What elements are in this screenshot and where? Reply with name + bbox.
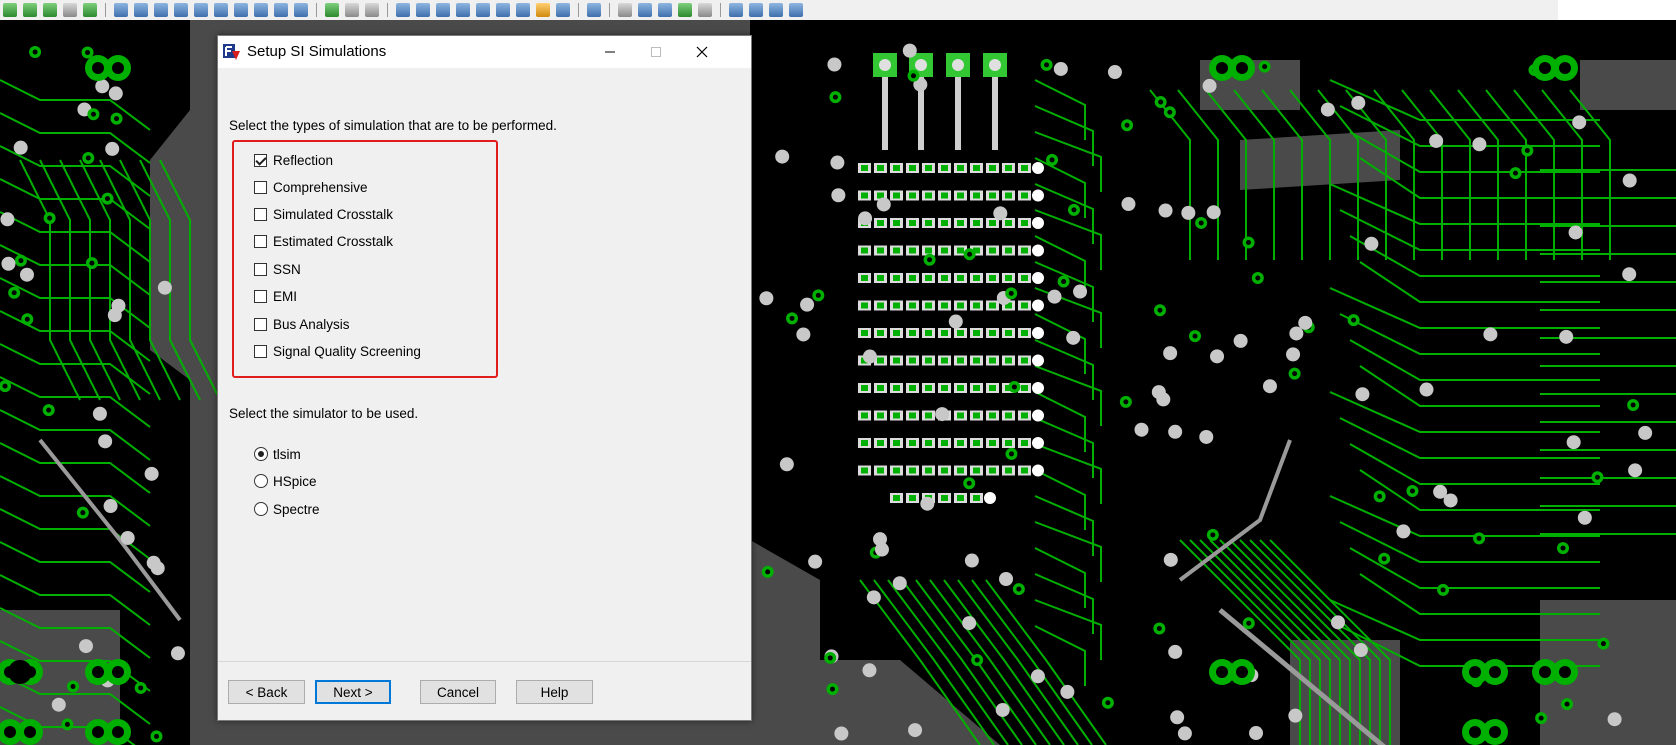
- toolbar-icon-1[interactable]: [3, 3, 17, 17]
- simulator-option[interactable]: HSpice: [254, 472, 317, 490]
- checkbox-unchecked[interactable]: [254, 207, 267, 221]
- dialog-title: Setup SI Simulations: [247, 43, 387, 60]
- toolbar-icon-37[interactable]: [789, 3, 803, 17]
- radio-unselected[interactable]: [254, 502, 268, 516]
- toolbar-icon-16[interactable]: [325, 3, 339, 17]
- toolbar-icon-22[interactable]: [456, 3, 470, 17]
- sim-type-label: Estimated Crosstalk: [273, 233, 394, 249]
- toolbar-icon-7[interactable]: [134, 3, 148, 17]
- simulator-label: tlsim: [273, 446, 301, 462]
- toolbar-icon-19[interactable]: [396, 3, 410, 17]
- sim-type-label: Simulated Crosstalk: [273, 206, 394, 222]
- sim-type-label: EMI: [273, 288, 298, 304]
- simulator-option[interactable]: tlsim: [254, 445, 301, 463]
- toolbar-icon-28[interactable]: [587, 3, 601, 17]
- toolbar-icon-6[interactable]: [114, 3, 128, 17]
- toolbar-icon-24[interactable]: [496, 3, 510, 17]
- toolbar-icon-20[interactable]: [416, 3, 430, 17]
- toolbar-blank-area: [1558, 0, 1676, 20]
- sim-type-label: Comprehensive: [273, 179, 368, 195]
- app-logo-icon: [223, 44, 240, 60]
- dialog-title-bar[interactable]: Setup SI Simulations: [218, 36, 751, 68]
- checkbox-checked[interactable]: [254, 153, 267, 167]
- sim-type-option[interactable]: Estimated Crosstalk: [254, 232, 393, 250]
- simulator-label: HSpice: [273, 473, 317, 489]
- toolbar-separator: [387, 3, 388, 17]
- toolbar-icon-23[interactable]: [476, 3, 490, 17]
- toolbar-icon-9[interactable]: [174, 3, 188, 17]
- cancel-button[interactable]: Cancel: [420, 680, 496, 704]
- toolbar-icon-26[interactable]: [536, 3, 550, 17]
- toolbar-icon-18[interactable]: [365, 3, 379, 17]
- simulator-label: Spectre: [273, 501, 320, 517]
- sim-type-option[interactable]: Reflection: [254, 151, 333, 169]
- footer-divider: [218, 661, 751, 662]
- sim-type-label: Signal Quality Screening: [273, 343, 421, 359]
- toolbar-separator: [316, 3, 317, 17]
- close-icon: [696, 46, 708, 58]
- sim-type-option[interactable]: Signal Quality Screening: [254, 342, 421, 360]
- radio-selected[interactable]: [254, 447, 268, 461]
- toolbar-icon-4[interactable]: [63, 3, 77, 17]
- checkbox-unchecked[interactable]: [254, 317, 267, 331]
- back-button[interactable]: < Back: [228, 680, 305, 704]
- toolbar-icon-17[interactable]: [345, 3, 359, 17]
- sim-type-label: Bus Analysis: [273, 316, 350, 332]
- toolbar-separator: [578, 3, 579, 17]
- toolbar-separator: [720, 3, 721, 17]
- toolbar-separator: [609, 3, 610, 17]
- checkbox-unchecked[interactable]: [254, 234, 267, 248]
- sim-type-option[interactable]: Bus Analysis: [254, 315, 350, 333]
- toolbar-icon-30[interactable]: [638, 3, 652, 17]
- toolbar-icon-31[interactable]: [658, 3, 672, 17]
- checkbox-unchecked[interactable]: [254, 180, 267, 194]
- toolbar-icon-12[interactable]: [234, 3, 248, 17]
- toolbar-icon-3[interactable]: [43, 3, 57, 17]
- checkbox-unchecked[interactable]: [254, 344, 267, 358]
- toolbar-icon-32[interactable]: [678, 3, 692, 17]
- toolbar-icon-33[interactable]: [698, 3, 712, 17]
- close-button[interactable]: [679, 36, 725, 68]
- toolbar-icon-13[interactable]: [254, 3, 268, 17]
- checkbox-unchecked[interactable]: [254, 289, 267, 303]
- help-button[interactable]: Help: [516, 680, 593, 704]
- toolbar-icon-35[interactable]: [749, 3, 763, 17]
- toolbar-icon-14[interactable]: [274, 3, 288, 17]
- sim-type-option[interactable]: Comprehensive: [254, 178, 368, 196]
- toolbar-icon-15[interactable]: [294, 3, 308, 17]
- sim-type-option[interactable]: SSN: [254, 260, 301, 278]
- minimize-icon: [605, 51, 615, 53]
- toolbar-icon-34[interactable]: [729, 3, 743, 17]
- main-toolbar: [0, 0, 1676, 21]
- toolbar-icon-11[interactable]: [214, 3, 228, 17]
- toolbar-icon-29[interactable]: [618, 3, 632, 17]
- toolbar-icon-25[interactable]: [516, 3, 530, 17]
- next-button[interactable]: Next >: [315, 680, 391, 704]
- toolbar-icon-36[interactable]: [769, 3, 783, 17]
- toolbar-icon-2[interactable]: [23, 3, 37, 17]
- minimize-button[interactable]: [587, 36, 633, 68]
- simulator-option[interactable]: Spectre: [254, 500, 320, 518]
- toolbar-icon-21[interactable]: [436, 3, 450, 17]
- sim-type-label: Reflection: [273, 152, 334, 168]
- radio-unselected[interactable]: [254, 474, 268, 488]
- toolbar-separator: [105, 3, 106, 17]
- maximize-button[interactable]: [633, 36, 679, 68]
- toolbar-icon-10[interactable]: [194, 3, 208, 17]
- toolbar-icon-5[interactable]: [83, 3, 97, 17]
- maximize-icon: [651, 47, 661, 57]
- sim-type-label: SSN: [273, 261, 301, 277]
- toolbar-icon-27[interactable]: [556, 3, 570, 17]
- toolbar-icon-8[interactable]: [154, 3, 168, 17]
- sim-type-option[interactable]: EMI: [254, 287, 297, 305]
- simulation-types-instruction: Select the types of simulation that are …: [229, 118, 557, 133]
- setup-si-simulations-dialog: Setup SI Simulations Select the types of…: [217, 35, 752, 721]
- sim-type-option[interactable]: Simulated Crosstalk: [254, 205, 393, 223]
- simulator-instruction: Select the simulator to be used.: [229, 406, 419, 421]
- checkbox-unchecked[interactable]: [254, 262, 267, 276]
